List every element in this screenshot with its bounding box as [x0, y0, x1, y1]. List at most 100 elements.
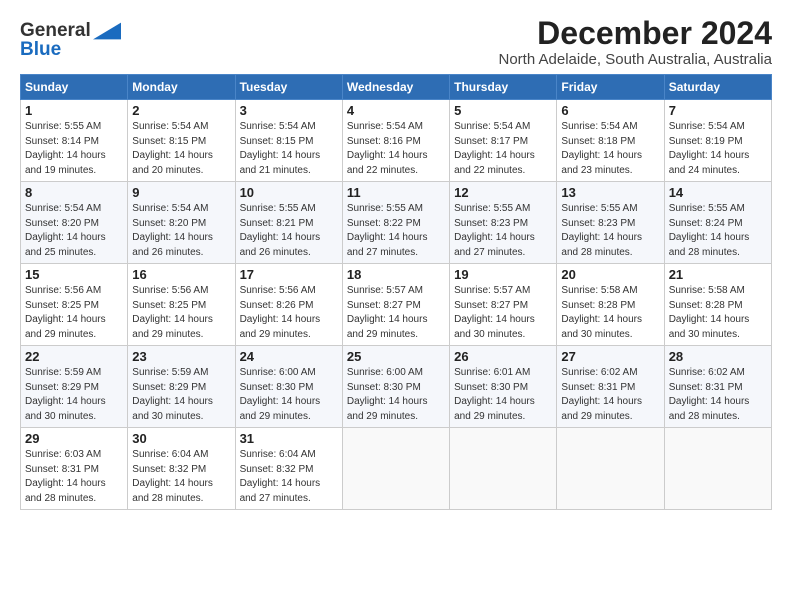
col-saturday: Saturday: [664, 75, 771, 100]
cell-content: Sunrise: 5:55 AMSunset: 8:14 PMDaylight:…: [25, 121, 106, 176]
day-number: 22: [25, 349, 123, 364]
day-number: 6: [561, 103, 659, 118]
logo: General Blue: [20, 20, 121, 61]
table-row: 9 Sunrise: 5:54 AMSunset: 8:20 PMDayligh…: [128, 182, 235, 264]
cell-content: Sunrise: 5:58 AMSunset: 8:28 PMDaylight:…: [561, 285, 642, 340]
cell-content: Sunrise: 5:54 AMSunset: 8:17 PMDaylight:…: [454, 121, 535, 176]
cell-content: Sunrise: 5:58 AMSunset: 8:28 PMDaylight:…: [669, 285, 750, 340]
day-number: 16: [132, 267, 230, 282]
day-number: 19: [454, 267, 552, 282]
table-row: 4 Sunrise: 5:54 AMSunset: 8:16 PMDayligh…: [342, 100, 449, 182]
cell-content: Sunrise: 6:04 AMSunset: 8:32 PMDaylight:…: [132, 449, 213, 504]
table-row: 1 Sunrise: 5:55 AMSunset: 8:14 PMDayligh…: [21, 100, 128, 182]
table-row: [342, 428, 449, 510]
table-row: 15 Sunrise: 5:56 AMSunset: 8:25 PMDaylig…: [21, 264, 128, 346]
day-number: 20: [561, 267, 659, 282]
day-number: 13: [561, 185, 659, 200]
day-number: 23: [132, 349, 230, 364]
day-number: 8: [25, 185, 123, 200]
cell-content: Sunrise: 5:55 AMSunset: 8:23 PMDaylight:…: [561, 203, 642, 258]
day-number: 29: [25, 431, 123, 446]
day-number: 12: [454, 185, 552, 200]
cell-content: Sunrise: 5:54 AMSunset: 8:16 PMDaylight:…: [347, 121, 428, 176]
cell-content: Sunrise: 5:55 AMSunset: 8:23 PMDaylight:…: [454, 203, 535, 258]
table-row: 17 Sunrise: 5:56 AMSunset: 8:26 PMDaylig…: [235, 264, 342, 346]
cell-content: Sunrise: 5:56 AMSunset: 8:25 PMDaylight:…: [25, 285, 106, 340]
day-number: 31: [240, 431, 338, 446]
col-thursday: Thursday: [450, 75, 557, 100]
table-row: [664, 428, 771, 510]
cell-content: Sunrise: 5:54 AMSunset: 8:15 PMDaylight:…: [132, 121, 213, 176]
cell-content: Sunrise: 5:54 AMSunset: 8:19 PMDaylight:…: [669, 121, 750, 176]
table-row: 19 Sunrise: 5:57 AMSunset: 8:27 PMDaylig…: [450, 264, 557, 346]
day-number: 17: [240, 267, 338, 282]
table-row: 20 Sunrise: 5:58 AMSunset: 8:28 PMDaylig…: [557, 264, 664, 346]
table-row: 30 Sunrise: 6:04 AMSunset: 8:32 PMDaylig…: [128, 428, 235, 510]
calendar-week-row: 29 Sunrise: 6:03 AMSunset: 8:31 PMDaylig…: [21, 428, 772, 510]
table-row: 11 Sunrise: 5:55 AMSunset: 8:22 PMDaylig…: [342, 182, 449, 264]
table-row: 21 Sunrise: 5:58 AMSunset: 8:28 PMDaylig…: [664, 264, 771, 346]
col-monday: Monday: [128, 75, 235, 100]
table-row: 7 Sunrise: 5:54 AMSunset: 8:19 PMDayligh…: [664, 100, 771, 182]
cell-content: Sunrise: 5:59 AMSunset: 8:29 PMDaylight:…: [132, 367, 213, 422]
table-row: 22 Sunrise: 5:59 AMSunset: 8:29 PMDaylig…: [21, 346, 128, 428]
header: General Blue December 2024 North Adelaid…: [20, 16, 772, 68]
logo-icon: [93, 22, 121, 40]
day-number: 4: [347, 103, 445, 118]
cell-content: Sunrise: 6:00 AMSunset: 8:30 PMDaylight:…: [240, 367, 321, 422]
day-number: 9: [132, 185, 230, 200]
page: General Blue December 2024 North Adelaid…: [0, 0, 792, 612]
table-row: 13 Sunrise: 5:55 AMSunset: 8:23 PMDaylig…: [557, 182, 664, 264]
title-area: December 2024 North Adelaide, South Aust…: [498, 16, 772, 68]
day-number: 7: [669, 103, 767, 118]
day-number: 18: [347, 267, 445, 282]
calendar-header-row: Sunday Monday Tuesday Wednesday Thursday…: [21, 75, 772, 100]
subtitle: North Adelaide, South Australia, Austral…: [498, 51, 772, 68]
day-number: 26: [454, 349, 552, 364]
col-tuesday: Tuesday: [235, 75, 342, 100]
day-number: 11: [347, 185, 445, 200]
day-number: 1: [25, 103, 123, 118]
logo-blue-text: Blue: [20, 39, 61, 61]
cell-content: Sunrise: 5:59 AMSunset: 8:29 PMDaylight:…: [25, 367, 106, 422]
day-number: 24: [240, 349, 338, 364]
table-row: [557, 428, 664, 510]
table-row: 5 Sunrise: 5:54 AMSunset: 8:17 PMDayligh…: [450, 100, 557, 182]
cell-content: Sunrise: 5:54 AMSunset: 8:15 PMDaylight:…: [240, 121, 321, 176]
table-row: 2 Sunrise: 5:54 AMSunset: 8:15 PMDayligh…: [128, 100, 235, 182]
cell-content: Sunrise: 5:54 AMSunset: 8:20 PMDaylight:…: [25, 203, 106, 258]
calendar-table: Sunday Monday Tuesday Wednesday Thursday…: [20, 74, 772, 510]
cell-content: Sunrise: 5:56 AMSunset: 8:25 PMDaylight:…: [132, 285, 213, 340]
day-number: 21: [669, 267, 767, 282]
calendar-week-row: 1 Sunrise: 5:55 AMSunset: 8:14 PMDayligh…: [21, 100, 772, 182]
cell-content: Sunrise: 5:54 AMSunset: 8:18 PMDaylight:…: [561, 121, 642, 176]
cell-content: Sunrise: 6:02 AMSunset: 8:31 PMDaylight:…: [669, 367, 750, 422]
table-row: 29 Sunrise: 6:03 AMSunset: 8:31 PMDaylig…: [21, 428, 128, 510]
day-number: 2: [132, 103, 230, 118]
cell-content: Sunrise: 6:04 AMSunset: 8:32 PMDaylight:…: [240, 449, 321, 504]
table-row: 3 Sunrise: 5:54 AMSunset: 8:15 PMDayligh…: [235, 100, 342, 182]
table-row: 8 Sunrise: 5:54 AMSunset: 8:20 PMDayligh…: [21, 182, 128, 264]
cell-content: Sunrise: 5:54 AMSunset: 8:20 PMDaylight:…: [132, 203, 213, 258]
table-row: 10 Sunrise: 5:55 AMSunset: 8:21 PMDaylig…: [235, 182, 342, 264]
col-sunday: Sunday: [21, 75, 128, 100]
table-row: 25 Sunrise: 6:00 AMSunset: 8:30 PMDaylig…: [342, 346, 449, 428]
cell-content: Sunrise: 5:55 AMSunset: 8:21 PMDaylight:…: [240, 203, 321, 258]
table-row: 23 Sunrise: 5:59 AMSunset: 8:29 PMDaylig…: [128, 346, 235, 428]
day-number: 25: [347, 349, 445, 364]
cell-content: Sunrise: 6:00 AMSunset: 8:30 PMDaylight:…: [347, 367, 428, 422]
cell-content: Sunrise: 6:03 AMSunset: 8:31 PMDaylight:…: [25, 449, 106, 504]
calendar-week-row: 8 Sunrise: 5:54 AMSunset: 8:20 PMDayligh…: [21, 182, 772, 264]
day-number: 14: [669, 185, 767, 200]
day-number: 27: [561, 349, 659, 364]
main-title: December 2024: [498, 16, 772, 51]
cell-content: Sunrise: 5:57 AMSunset: 8:27 PMDaylight:…: [347, 285, 428, 340]
calendar-week-row: 22 Sunrise: 5:59 AMSunset: 8:29 PMDaylig…: [21, 346, 772, 428]
day-number: 28: [669, 349, 767, 364]
day-number: 30: [132, 431, 230, 446]
table-row: 6 Sunrise: 5:54 AMSunset: 8:18 PMDayligh…: [557, 100, 664, 182]
table-row: 24 Sunrise: 6:00 AMSunset: 8:30 PMDaylig…: [235, 346, 342, 428]
day-number: 15: [25, 267, 123, 282]
col-friday: Friday: [557, 75, 664, 100]
table-row: 28 Sunrise: 6:02 AMSunset: 8:31 PMDaylig…: [664, 346, 771, 428]
